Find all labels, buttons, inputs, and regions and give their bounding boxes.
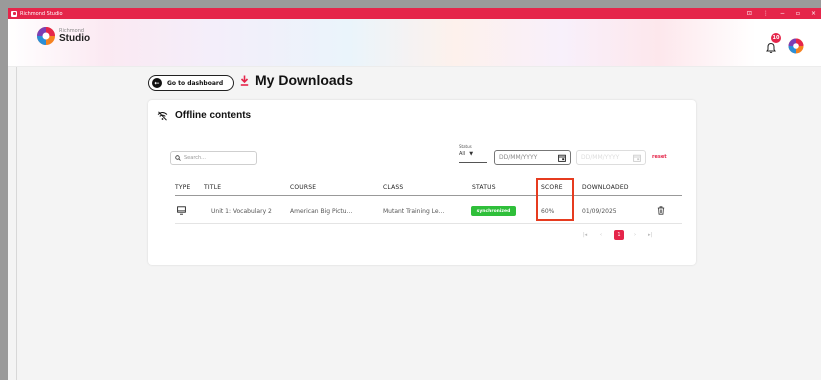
go-to-dashboard-button[interactable]: ← Go to dashboard — [148, 75, 234, 91]
menu-button[interactable]: ⋮ — [763, 10, 769, 17]
richmond-logo-icon — [37, 27, 55, 45]
table-header-divider — [175, 195, 682, 196]
first-page-button[interactable]: |◂ — [583, 232, 587, 238]
calendar-icon — [633, 154, 641, 162]
search-icon — [175, 155, 181, 161]
arrow-left-icon: ← — [152, 78, 162, 88]
date-from-placeholder: DD/MM/YYYY — [499, 154, 538, 161]
page-title: My Downloads — [240, 72, 353, 88]
row-divider — [175, 223, 682, 224]
score-column-highlight — [536, 178, 574, 221]
previous-page-button[interactable]: ‹ — [600, 232, 602, 238]
row-downloaded: 01/09/2025 — [582, 208, 617, 215]
status-filter[interactable]: Status All ▼ — [459, 145, 487, 163]
brand-big: Studio — [59, 32, 91, 44]
caret-down-icon: ▼ — [469, 151, 474, 157]
status-badge: synchronized — [471, 206, 516, 216]
status-filter-value: All — [459, 151, 466, 157]
column-header-downloaded[interactable]: DOWNLOADED — [582, 184, 629, 191]
date-from-input[interactable]: DD/MM/YYYY — [494, 150, 571, 165]
window-title: Richmond Studio — [20, 10, 63, 17]
wifi-off-icon — [157, 110, 168, 121]
column-header-class[interactable]: CLASS — [383, 184, 403, 191]
page-title-text: My Downloads — [255, 72, 354, 88]
divider — [16, 67, 17, 380]
window-titlebar: Richmond Studio ⊡ ⋮ − ▫ × — [8, 8, 821, 19]
date-to-placeholder: DD/MM/YYYY — [581, 154, 620, 161]
column-header-type[interactable]: TYPE — [175, 184, 191, 191]
last-page-button[interactable]: ▸| — [648, 232, 652, 238]
reset-button[interactable]: reset — [652, 154, 667, 160]
next-page-button[interactable]: › — [634, 232, 636, 238]
search-field[interactable] — [170, 151, 257, 165]
offline-contents-card: Offline contents Status All ▼ DD/MM/YYYY — [148, 100, 696, 265]
minimize-button[interactable]: − — [780, 10, 785, 17]
notification-badge: 10 — [771, 33, 781, 43]
bell-icon — [766, 42, 776, 54]
calendar-icon — [558, 154, 566, 162]
column-header-course[interactable]: COURSE — [290, 184, 316, 191]
trash-icon[interactable] — [657, 206, 665, 215]
date-to-input[interactable]: DD/MM/YYYY — [576, 150, 646, 165]
maximize-button[interactable]: ▫ — [796, 10, 800, 17]
notifications-button[interactable]: 10 — [765, 33, 781, 54]
row-course: American Big Pictu... — [290, 208, 353, 215]
app-window: Richmond Studio ⊡ ⋮ − ▫ × Richmond Studi… — [8, 8, 821, 380]
row-title: Unit 1: Vocabulary 2 — [211, 208, 272, 215]
status-filter-label: Status — [459, 144, 472, 149]
search-input[interactable] — [184, 155, 254, 161]
page-1-button[interactable]: 1 — [614, 230, 624, 240]
avatar[interactable] — [788, 38, 804, 54]
column-header-title[interactable]: TITLE — [204, 184, 221, 191]
monitor-icon — [177, 206, 186, 215]
card-title-text: Offline contents — [175, 110, 252, 121]
extension-button[interactable]: ⊡ — [747, 10, 752, 17]
card-title: Offline contents — [157, 110, 251, 121]
go-to-dashboard-label: Go to dashboard — [167, 79, 224, 87]
window-controls: ⊡ ⋮ − ▫ × — [747, 10, 821, 17]
close-button[interactable]: × — [811, 10, 816, 17]
row-class: Mutant Training Le... — [383, 208, 445, 215]
download-icon — [240, 75, 249, 86]
app-icon — [11, 10, 17, 17]
app-header: Richmond Studio 10 — [8, 19, 821, 67]
brand-logo[interactable]: Richmond Studio — [36, 26, 90, 46]
column-header-status[interactable]: STATUS — [472, 184, 496, 191]
